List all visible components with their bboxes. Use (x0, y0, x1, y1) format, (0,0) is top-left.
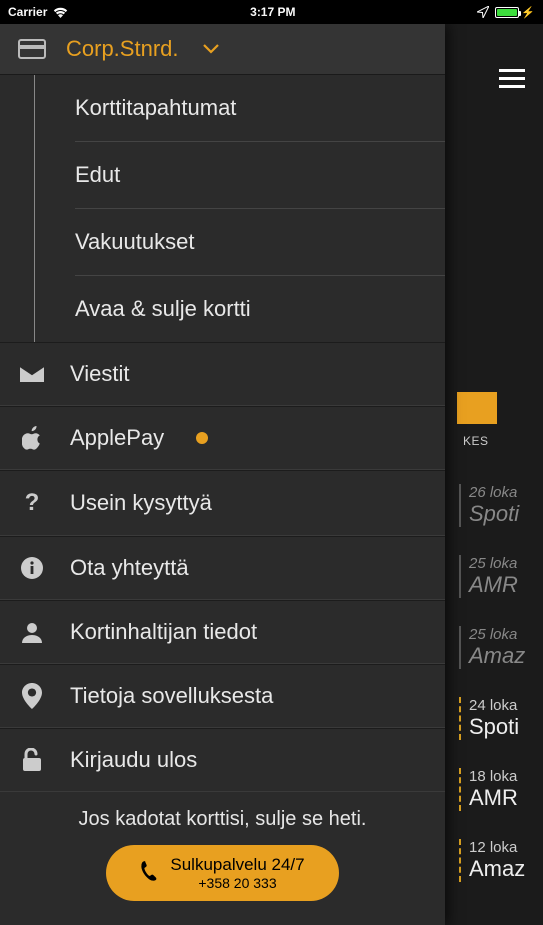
pin-icon (18, 683, 46, 709)
menu-about[interactable]: Tietoja sovelluksesta (0, 664, 445, 728)
transaction-date: 24 loka (469, 697, 543, 714)
menu-faq[interactable]: ? Usein kysyttyä (0, 470, 445, 536)
transaction-date: 25 loka (469, 626, 543, 643)
hamburger-icon[interactable] (499, 64, 525, 93)
battery-icon: ⚡ (495, 6, 535, 19)
menu-messages[interactable]: Viestit (0, 342, 445, 406)
transactions-peek: 26 lokaSpoti25 lokaAMR25 lokaAmaz24 loka… (459, 484, 543, 910)
menu-label: ApplePay (70, 425, 164, 451)
menu-label: Tietoja sovelluksesta (70, 683, 273, 709)
transaction-title: Amaz (469, 643, 543, 669)
card-name-label: Corp.Stnrd. (66, 36, 179, 62)
submenu-insurance[interactable]: Vakuutukset (75, 209, 445, 276)
menu-label: Ota yhteyttä (70, 555, 189, 581)
notification-dot (196, 432, 208, 444)
drawer-footer: Jos kadotat korttisi, sulje se heti. Sul… (0, 792, 445, 925)
submenu-transactions[interactable]: Korttitapahtumat (75, 75, 445, 142)
user-icon (18, 621, 46, 643)
call-button-title: Sulkupalvelu 24/7 (170, 855, 304, 875)
question-icon: ? (18, 489, 46, 517)
chevron-down-icon (203, 41, 219, 57)
transaction-date: 26 loka (469, 484, 543, 501)
transaction-peek-item[interactable]: 12 lokaAmaz (459, 839, 543, 882)
call-button-number: +358 20 333 (170, 875, 304, 891)
menu-contact[interactable]: Ota yhteyttä (0, 536, 445, 600)
month-tab-label: KES (463, 434, 489, 448)
transaction-peek-item[interactable]: 25 lokaAMR (459, 555, 543, 598)
transaction-date: 25 loka (469, 555, 543, 572)
clock-label: 3:17 PM (250, 5, 295, 19)
info-icon (18, 557, 46, 579)
side-drawer: Corp.Stnrd. Korttitapahtumat Edut Vakuut… (0, 24, 445, 925)
transaction-title: AMR (469, 572, 543, 598)
phone-icon (139, 860, 161, 886)
month-tab-selected[interactable] (457, 392, 497, 424)
transaction-peek-item[interactable]: 26 lokaSpoti (459, 484, 543, 527)
transaction-peek-item[interactable]: 18 lokaAMR (459, 768, 543, 811)
mail-icon (18, 366, 46, 382)
carrier-label: Carrier (8, 5, 47, 19)
menu-logout[interactable]: Kirjaudu ulos (0, 728, 445, 792)
card-submenu: Korttitapahtumat Edut Vakuutukset Avaa &… (0, 75, 445, 342)
transaction-peek-item[interactable]: 24 lokaSpoti (459, 697, 543, 740)
background-panel: KES 26 lokaSpoti25 lokaAMR25 lokaAmaz24 … (445, 24, 543, 925)
transaction-title: AMR (469, 785, 543, 811)
apple-icon (18, 426, 46, 450)
transaction-title: Spoti (469, 714, 543, 740)
submenu-benefits[interactable]: Edut (75, 142, 445, 209)
menu-label: Usein kysyttyä (70, 490, 212, 516)
menu-label: Viestit (70, 361, 130, 387)
transaction-peek-item[interactable]: 25 lokaAmaz (459, 626, 543, 669)
status-bar: Carrier 3:17 PM ⚡ (0, 0, 543, 24)
location-icon (477, 6, 489, 18)
menu-label: Kirjaudu ulos (70, 747, 197, 773)
submenu-lock-card[interactable]: Avaa & sulje kortti (75, 276, 445, 342)
menu-cardholder[interactable]: Kortinhaltijan tiedot (0, 600, 445, 664)
transaction-date: 12 loka (469, 839, 543, 856)
card-icon (18, 39, 46, 59)
menu-applepay[interactable]: ApplePay (0, 406, 445, 470)
main-menu: Viestit ApplePay ? Usein kysyttyä Ota yh… (0, 342, 445, 792)
wifi-icon (53, 7, 68, 18)
transaction-title: Amaz (469, 856, 543, 882)
footer-hint: Jos kadotat korttisi, sulje se heti. (10, 808, 435, 831)
menu-label: Kortinhaltijan tiedot (70, 619, 257, 645)
transaction-date: 18 loka (469, 768, 543, 785)
card-selector[interactable]: Corp.Stnrd. (0, 24, 445, 75)
unlock-icon (18, 748, 46, 772)
call-block-service-button[interactable]: Sulkupalvelu 24/7 +358 20 333 (106, 845, 338, 901)
transaction-title: Spoti (469, 501, 543, 527)
